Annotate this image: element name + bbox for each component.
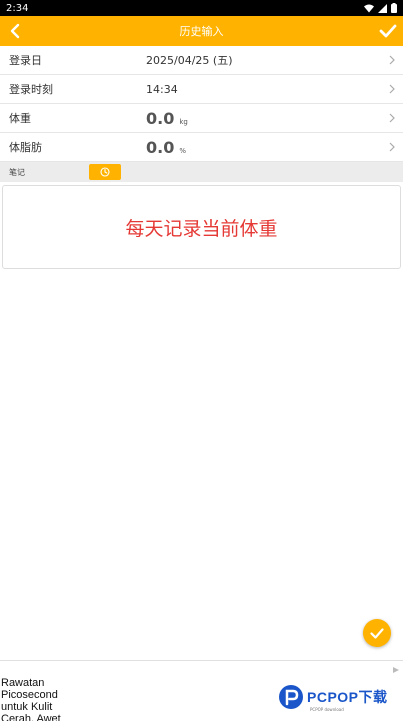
entry-form: 登录日 2025/04/25 (五) 登录时刻 14:34 体重 0.0 kg …: [0, 46, 403, 162]
ad-text: Rawatan Picosecond untuk Kulit Cerah, Aw…: [1, 677, 61, 721]
chevron-right-icon: [389, 84, 395, 94]
save-fab-button[interactable]: [363, 619, 391, 647]
chevron-right-icon: [389, 142, 395, 152]
login-time-value: 14:34: [146, 83, 178, 96]
login-time-text: 14:34: [146, 82, 178, 96]
note-text: 每天记录当前体重: [125, 217, 278, 240]
pcpop-logo-icon: [279, 685, 303, 709]
weight-unit: kg: [179, 117, 188, 126]
battery-icon: [391, 3, 397, 13]
clock-icon: [100, 167, 110, 177]
signal-icon: [378, 3, 387, 13]
weight-number: 0.0: [146, 108, 175, 128]
check-icon: [370, 627, 384, 639]
login-time-row[interactable]: 登录时刻 14:34: [0, 75, 403, 104]
insert-time-button[interactable]: [89, 164, 121, 180]
body-fat-row[interactable]: 体脂肪 0.0 %: [0, 133, 403, 162]
check-icon: [379, 24, 397, 38]
login-date-label: 登录日: [9, 54, 42, 67]
weight-label: 体重: [9, 112, 31, 125]
login-date-text: 2025/04/25 (五): [146, 54, 233, 67]
note-header: 笔记: [0, 162, 403, 182]
wifi-icon: [364, 4, 374, 12]
watermark-subtext: PCPOP download: [310, 707, 344, 712]
login-date-row[interactable]: 登录日 2025/04/25 (五): [0, 46, 403, 75]
weight-row[interactable]: 体重 0.0 kg: [0, 104, 403, 133]
body-fat-label: 体脂肪: [9, 141, 42, 154]
note-input[interactable]: 每天记录当前体重: [2, 185, 401, 269]
chevron-left-icon: [10, 23, 20, 39]
ad-line: Rawatan: [1, 677, 45, 689]
login-time-label: 登录时刻: [9, 83, 53, 96]
back-button[interactable]: [4, 20, 26, 42]
body-fat-number: 0.0: [146, 137, 175, 157]
ad-line: untuk Kulit: [1, 701, 53, 713]
body-fat-unit: %: [179, 146, 186, 155]
chevron-right-icon: [389, 113, 395, 123]
chevron-right-icon: [389, 55, 395, 65]
login-date-value: 2025/04/25 (五): [146, 52, 232, 68]
confirm-button[interactable]: [377, 20, 399, 42]
status-bar: 2:34: [0, 0, 403, 16]
watermark: PCPOP下载 PCPOP download: [278, 684, 388, 712]
status-icons: [364, 3, 397, 13]
ad-choices-icon[interactable]: [393, 667, 399, 673]
body-fat-value: 0.0 %: [146, 138, 186, 157]
ad-line: Picosecond: [1, 689, 58, 701]
weight-value: 0.0 kg: [146, 109, 188, 128]
app-bar: 历史输入: [0, 16, 403, 46]
status-time: 2:34: [6, 2, 29, 14]
note-label: 笔记: [9, 167, 25, 177]
watermark-text: PCPOP下载: [307, 689, 388, 705]
page-title: 历史输入: [179, 25, 224, 38]
